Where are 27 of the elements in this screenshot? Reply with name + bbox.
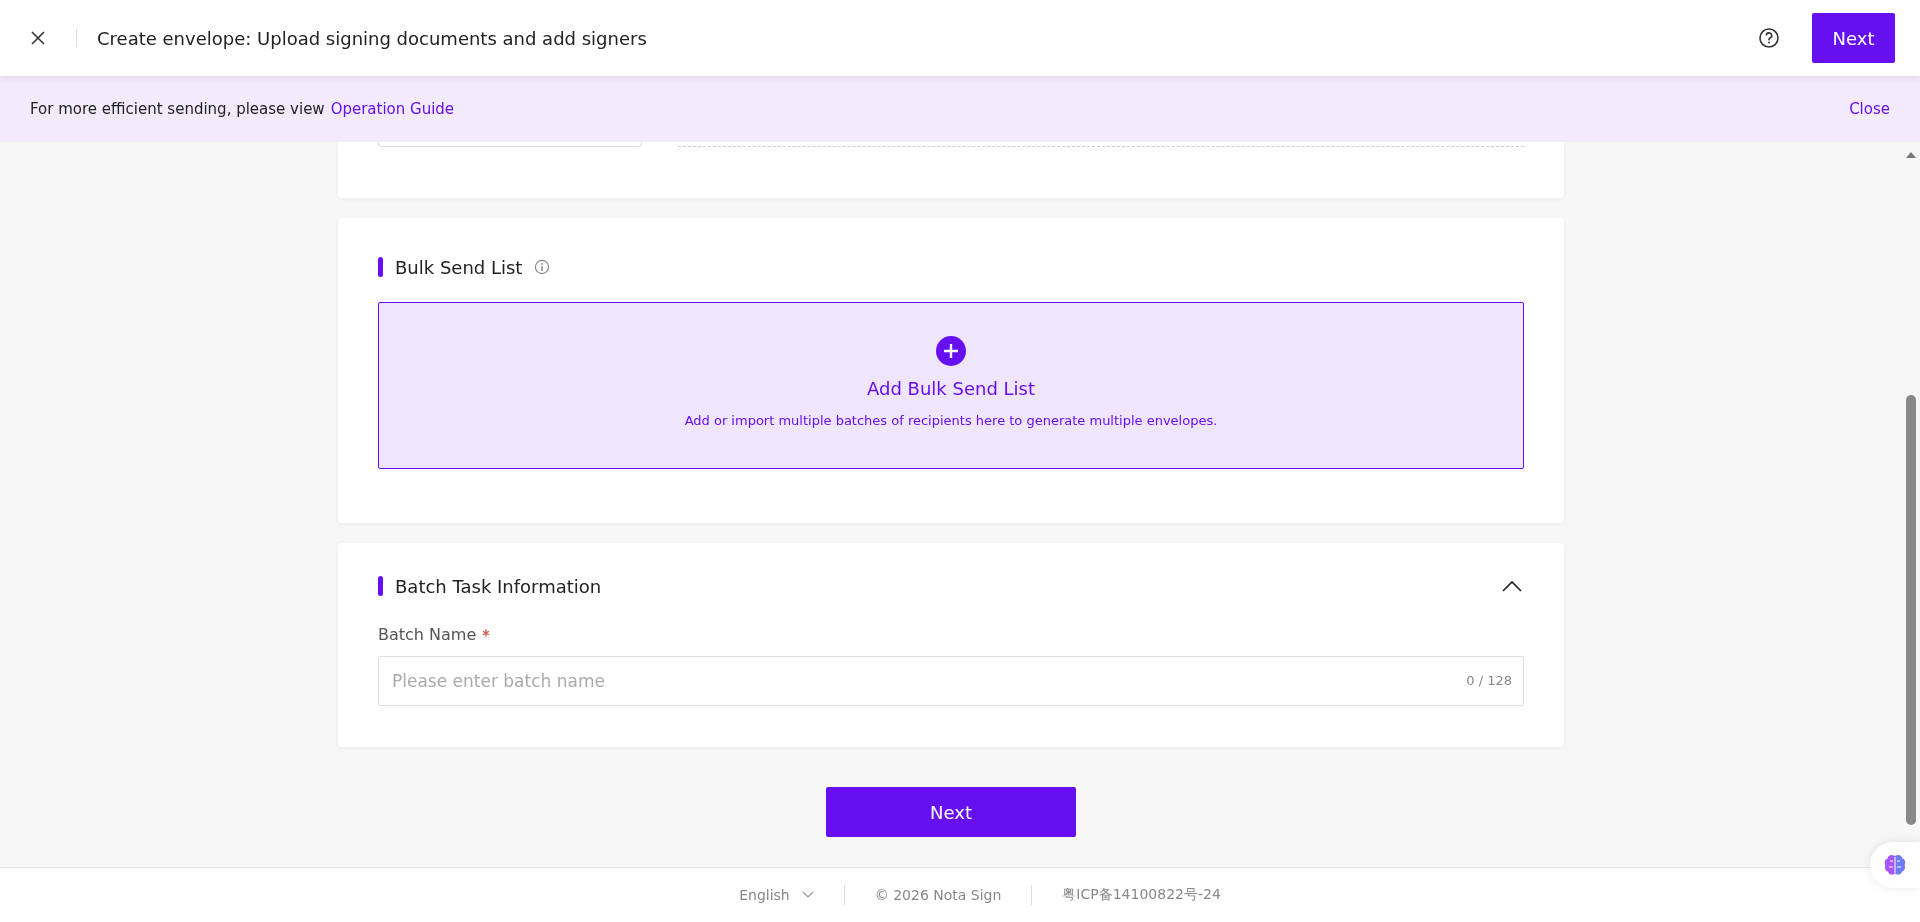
- icp-license-text: 粤ICP备14100822号-24: [1062, 886, 1221, 904]
- add-description: Add or import multiple batches of recipients here to generate multiple envelopes.: [684, 413, 1218, 428]
- field-label: Batch Name: [378, 625, 477, 644]
- help-icon[interactable]: [1758, 27, 1780, 49]
- close-link[interactable]: Close: [1849, 100, 1890, 118]
- brain-icon: [1883, 854, 1907, 876]
- chevron-icon[interactable]: [1502, 580, 1522, 592]
- caret-icon[interactable]: [801, 891, 814, 899]
- section-marker: [378, 257, 383, 277]
- close-icon[interactable]: [30, 30, 46, 46]
- section-marker: [378, 576, 383, 596]
- character-counter: 0 / 128: [1466, 673, 1512, 688]
- banner-text: For more efficient sending, please view: [30, 100, 325, 118]
- scroll-up-icon[interactable]: [1906, 152, 1916, 158]
- language-selector[interactable]: English: [739, 887, 790, 903]
- add-bulk-send-area[interactable]: Add Bulk Send List Add or import multiple batches of recipients here to generate multiple envelopes.: [378, 302, 1524, 469]
- operation-guide-link[interactable]: Operation Guide: [330, 100, 455, 118]
- page-title: Create envelope: Upload signing documents and add signers: [97, 27, 647, 49]
- next-button[interactable]: Next: [826, 787, 1076, 837]
- next-button[interactable]: Next: [1812, 13, 1895, 63]
- section-title: Bulk Send List: [395, 256, 523, 278]
- add-title: Add Bulk Send List: [867, 378, 1035, 399]
- plus-icon: [936, 336, 966, 366]
- assistant-button[interactable]: [1870, 842, 1920, 888]
- info-icon[interactable]: [534, 259, 551, 275]
- copyright-text: © 2026 Nota Sign: [874, 887, 1002, 903]
- section-title: Batch Task Information: [395, 575, 602, 597]
